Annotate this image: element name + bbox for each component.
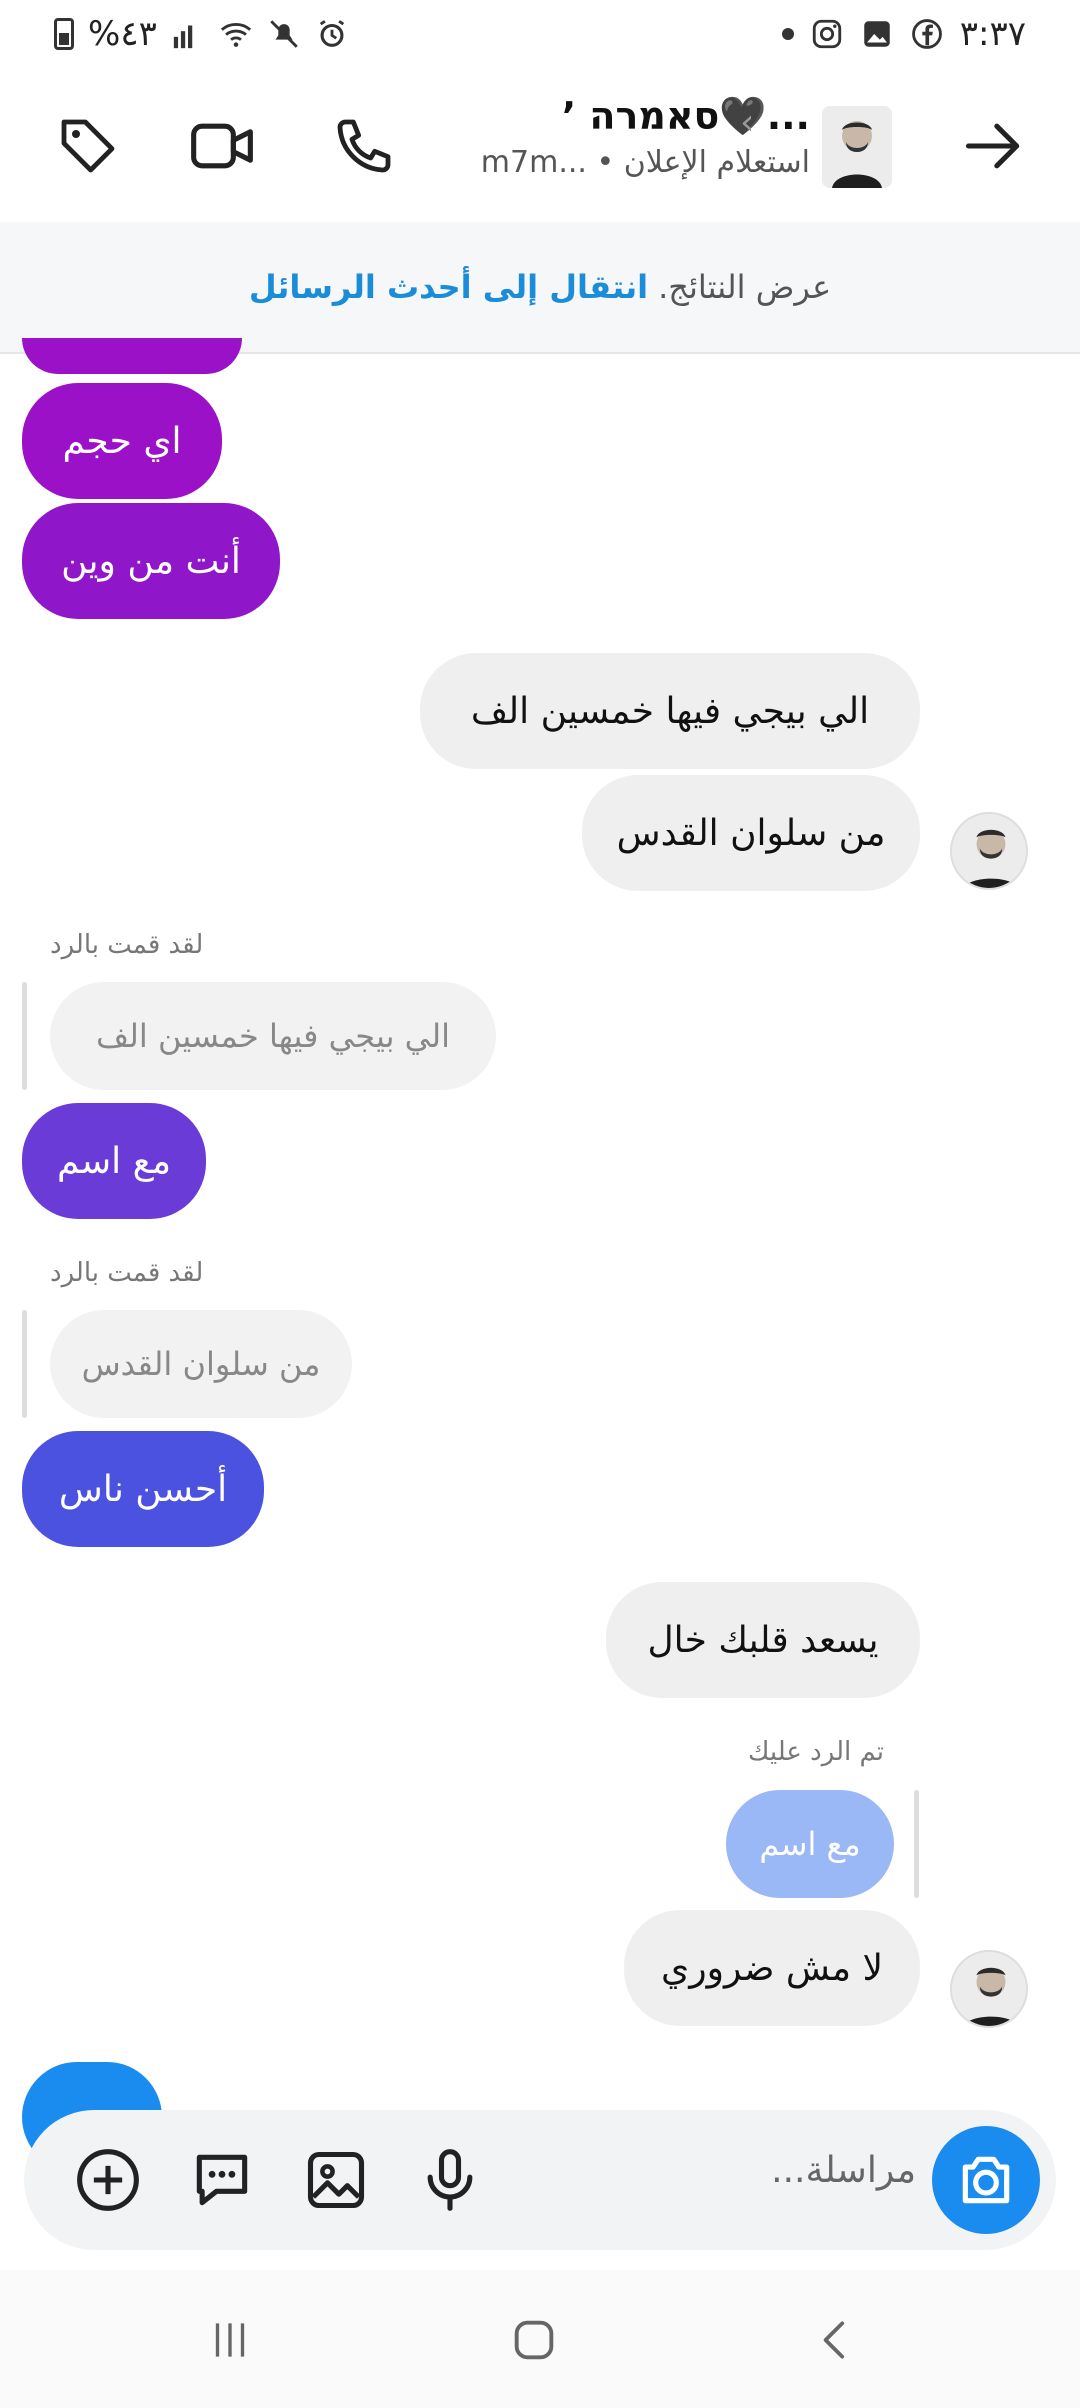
battery-icon	[54, 18, 74, 50]
camera-icon	[962, 2156, 1010, 2204]
quoted-text: الي بيجي فيها خمسين الف	[96, 1017, 450, 1055]
contact-info[interactable]: ʼ סאמרה🖤... m7m... • استعلام الإعلان	[450, 94, 810, 180]
avatar-image	[822, 106, 892, 188]
quoted-text: مع اسم	[759, 1825, 861, 1863]
reply-label: تم الرد عليك	[748, 1737, 885, 1767]
message-text: أنت من وين	[61, 540, 241, 582]
chevron-left-icon	[823, 2321, 845, 2359]
message-text: أحسن ناس	[58, 1468, 228, 1510]
reply-label: لقد قمت بالرد	[50, 930, 204, 960]
notification-dot-icon	[781, 28, 794, 40]
contact-name: ʼ סאמרה🖤...	[561, 94, 810, 138]
sender-avatar[interactable]	[950, 1950, 1028, 2028]
plus-circle-icon	[77, 2149, 139, 2211]
chat-options-button[interactable]	[186, 2144, 258, 2216]
message-bubble-m7[interactable]: يسعد قلبك خال	[606, 1582, 920, 1698]
add-button[interactable]	[72, 2144, 144, 2216]
contact-subtitle: m7m... • استعلام الإعلان	[480, 145, 810, 180]
message-text: الي بيجي فيها خمسين الف	[470, 690, 870, 732]
quote-bar	[22, 982, 27, 1090]
message-input[interactable]: مراسلة...	[771, 2150, 916, 2191]
message-text: يسعد قلبك خال	[647, 1619, 879, 1661]
facebook-icon	[911, 19, 942, 49]
contact-avatar[interactable]	[822, 106, 892, 188]
quoted-message[interactable]: الي بيجي فيها خمسين الف	[50, 982, 496, 1090]
recent-apps-button[interactable]	[200, 2310, 260, 2370]
chat-screen: %٤٣ ٣:٣٧ ʼ סאמרה🖤... m7m... • استعلام ال…	[0, 0, 1080, 2408]
message-text: اي حجم	[62, 420, 182, 462]
image-icon	[307, 2151, 365, 2209]
jump-to-latest-link[interactable]: انتقال إلى أحدث الرسائل	[249, 268, 648, 306]
message-bubble-m1[interactable]: اي حجم	[22, 383, 222, 499]
message-bubble-partial[interactable]	[22, 338, 242, 374]
message-bubble-m5[interactable]: مع اسم	[22, 1103, 206, 1219]
message-text: لا مش ضروري	[661, 1947, 883, 1989]
avatar-image	[952, 814, 1026, 888]
message-bubble-m4[interactable]: من سلوان القدس	[582, 775, 920, 891]
show-results-text[interactable]: عرض النتائج.	[658, 268, 831, 306]
home-icon	[514, 2320, 554, 2360]
message-text: من سلوان القدس	[616, 812, 886, 854]
voice-message-button[interactable]	[414, 2144, 486, 2216]
system-back-button[interactable]	[806, 2310, 866, 2370]
status-bar: %٤٣ ٣:٣٧	[0, 0, 1080, 72]
mute-icon	[270, 20, 298, 48]
message-bubble-m6[interactable]: أحسن ناس	[22, 1431, 264, 1547]
message-bubble-m3[interactable]: الي بيجي فيها خمسين الف	[420, 653, 920, 769]
reply-label: لقد قمت بالرد	[50, 1258, 204, 1288]
instagram-icon	[812, 19, 841, 49]
wifi-icon	[220, 23, 251, 47]
quoted-message[interactable]: من سلوان القدس	[50, 1310, 352, 1418]
video-camera-icon	[191, 123, 253, 169]
home-button[interactable]	[504, 2310, 564, 2370]
search-results-bar: عرض النتائج. انتقال إلى أحدث الرسائل	[0, 222, 1080, 354]
avatar-image	[952, 1952, 1026, 2026]
gallery-button[interactable]	[300, 2144, 372, 2216]
gallery-icon	[864, 21, 890, 47]
quote-bar	[914, 1790, 919, 1898]
tag-icon	[61, 119, 115, 173]
alarm-icon	[319, 20, 344, 47]
quote-bar	[22, 1310, 27, 1418]
quoted-text: من سلوان القدس	[81, 1345, 321, 1383]
tag-button[interactable]	[52, 110, 124, 182]
sender-avatar[interactable]	[950, 812, 1028, 890]
arrow-right-icon	[965, 123, 1020, 169]
battery-level: %٤٣	[88, 14, 157, 54]
quoted-message[interactable]: مع اسم	[726, 1790, 894, 1898]
message-text: مع اسم	[57, 1140, 172, 1182]
camera-button[interactable]	[932, 2126, 1040, 2234]
message-bubble-m8[interactable]: لا مش ضروري	[624, 1910, 920, 2026]
phone-icon	[337, 119, 391, 173]
voice-call-button[interactable]	[328, 110, 400, 182]
microphone-icon	[427, 2149, 473, 2211]
status-left: %٤٣	[54, 14, 349, 54]
recent-apps-icon	[215, 2323, 245, 2357]
video-call-button[interactable]	[186, 110, 258, 182]
message-dots-icon	[196, 2154, 248, 2206]
chevron-left-icon: ‹	[740, 102, 755, 143]
clock: ٣:٣٧	[959, 14, 1026, 54]
message-composer: مراسلة...	[24, 2110, 1056, 2250]
message-bubble-m2[interactable]: أنت من وين	[22, 503, 280, 619]
back-button[interactable]	[958, 110, 1030, 182]
chat-header: ʼ סאמרה🖤... m7m... • استعلام الإعلان ‹	[0, 72, 1080, 222]
system-navigation-bar	[0, 2270, 1080, 2408]
status-right: ٣:٣٧	[781, 14, 1026, 54]
signal-icon	[173, 25, 193, 49]
